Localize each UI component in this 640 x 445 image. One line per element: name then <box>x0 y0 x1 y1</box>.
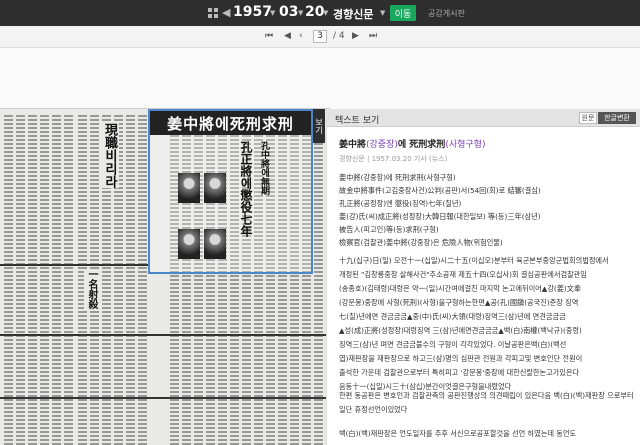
next-page-icon[interactable]: ▶ <box>352 31 359 41</box>
chevron-down-icon[interactable]: ▼ <box>323 9 328 17</box>
prev-page-icon[interactable]: ◀ <box>284 31 291 41</box>
np-headline: 孔正將에懲役七年 <box>239 141 253 237</box>
prev-date-icon[interactable]: ◀ <box>222 6 230 19</box>
panel-header: 텍스트 보기 원문 한글변환 <box>327 109 640 127</box>
last-page-icon[interactable]: ⏭ <box>369 31 377 41</box>
summary-line: 孔正將(공정장)엔 懲役(징역)七年(칠년) <box>339 199 462 208</box>
first-page-icon[interactable]: ⏮ <box>265 31 273 41</box>
summary-line: 姜(강)氏(씨)成正將(성정장)大韓日報(대한일보) 等(등)三年(삼년) <box>339 212 541 221</box>
article-title: 姜中將(강중장)에 死刑求刑(사형구형) <box>339 140 486 150</box>
np-headline: 一名射殺 <box>84 269 99 309</box>
selected-article-headline: 姜中將에死刑求刑 <box>150 111 311 135</box>
original-text-button[interactable]: 원문 <box>579 112 597 124</box>
np-headline: 孔中將에無期 <box>259 141 269 195</box>
chevron-down-icon[interactable]: ▼ <box>380 9 385 17</box>
article-photo <box>204 173 226 203</box>
summary-line: 被告人(피고인)等(등)求刑(구형) <box>339 225 439 234</box>
chevron-down-icon[interactable]: ▼ <box>298 9 303 17</box>
np-headline: 現職비리라 <box>100 123 119 188</box>
article-meta: 경향신문 | 1957.03.20 기사 (뉴스) <box>339 155 448 163</box>
page-navigation: ⏮ ◀ ‹ 3 / 4 ▶ ⏭ <box>0 26 640 48</box>
article-photo <box>178 173 200 203</box>
article-body-paragraph: 백(白)(백)재판장은 언도일자를 추후 서신으로공포할것을 선언 하였는데 동… <box>339 429 577 438</box>
summary-line: 故金中將事件(고김중장사건)公判(공판)서(54回(회)로 結審(결심) <box>339 186 541 195</box>
grid-view-icon[interactable] <box>208 8 218 18</box>
selected-article-region[interactable]: 姜中將에死刑求刑 孔正將에懲役七年 孔中將에無期 <box>148 109 313 274</box>
newspaper-select[interactable]: 경향신문 <box>333 6 373 22</box>
summary-line: 檢察官(검찰관)姜中將(강중장)은 危險人物(위험인물) <box>339 238 503 247</box>
hangul-convert-button[interactable]: 한글변환 <box>598 112 636 124</box>
total-pages: / 4 <box>333 31 345 41</box>
month-select[interactable]: 03 <box>279 4 298 20</box>
article-photo <box>178 229 200 259</box>
article-photo <box>204 229 226 259</box>
article-body-paragraph: 十九(십구)日(일) 오전十一(십일)시二十五(이십오)분부터 육군본부중앙군법… <box>339 256 609 391</box>
article-body-paragraph: 한편 동공판은 변호인과 검찰관측의 공판진행상의 의견때립이 있은다음 백(白… <box>339 391 634 414</box>
summary-line: 姜中將(강중장)에 死刑求刑(사형구형) <box>339 173 456 182</box>
article-summary: 姜中將(강중장)에 死刑求刑(사형구형) 故金中將事件(고김중장사건)公判(공판… <box>339 171 637 249</box>
view-tab[interactable]: 보기 <box>313 109 325 143</box>
prev-step-icon[interactable]: ‹ <box>299 31 303 41</box>
go-button[interactable]: 이동 <box>390 5 416 21</box>
text-view-panel: 텍스트 보기 원문 한글변환 姜中將(강중장)에 死刑求刑(사형구형) 경향신문… <box>326 109 640 445</box>
year-select[interactable]: 1957 <box>233 4 272 20</box>
share-board-link[interactable]: 공감게시판 <box>428 8 465 19</box>
current-page-input[interactable]: 3 <box>313 30 327 43</box>
top-toolbar: ◀ 1957 ▼ 03 ▼ 20 ▼ 경향신문 ▼ 이동 공감게시판 <box>0 0 640 26</box>
chevron-down-icon[interactable]: ▼ <box>270 9 275 17</box>
panel-title: 텍스트 보기 <box>335 116 380 126</box>
day-select[interactable]: 20 <box>305 4 324 20</box>
